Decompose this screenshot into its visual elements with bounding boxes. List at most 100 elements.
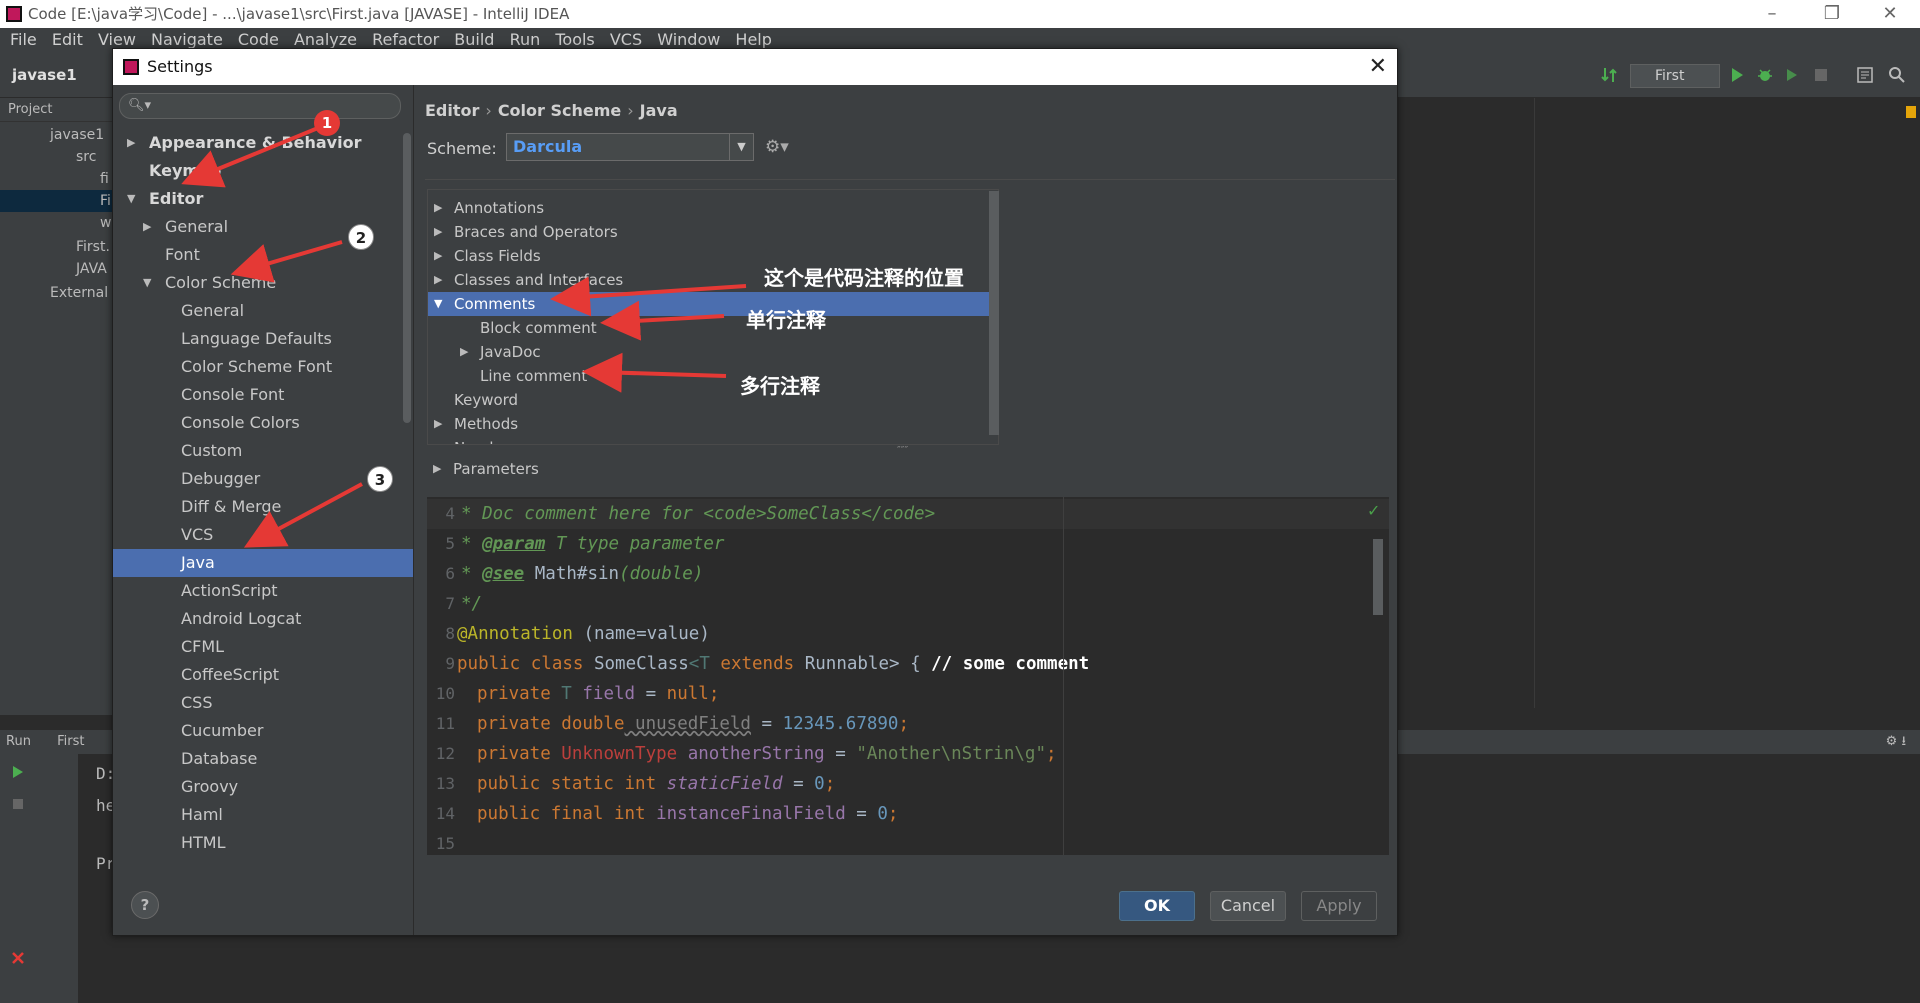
tree-label: HTML bbox=[181, 833, 226, 852]
close-dialog-icon[interactable]: ✕ bbox=[1369, 49, 1387, 85]
tree-item-color-scheme[interactable]: ▼ Color Scheme bbox=[113, 269, 413, 297]
attr-item-line-comment[interactable]: Line comment bbox=[428, 364, 998, 388]
stop-icon[interactable] bbox=[1812, 66, 1830, 84]
expand-arrow-icon[interactable]: ▶ bbox=[460, 340, 468, 364]
tree-item-android-logcat[interactable]: Android Logcat bbox=[113, 605, 413, 633]
expand-arrow-icon[interactable]: ▶ bbox=[434, 196, 442, 220]
expand-arrow-icon[interactable]: ▶ bbox=[143, 213, 151, 241]
search-everywhere-icon[interactable] bbox=[1888, 66, 1906, 84]
project-tree-item[interactable]: First. bbox=[0, 236, 112, 258]
tree-item-html[interactable]: HTML bbox=[113, 829, 413, 857]
project-tree-item[interactable]: src bbox=[0, 146, 112, 168]
tree-scrollbar[interactable] bbox=[403, 133, 411, 423]
tree-item-appearance[interactable]: ▶ Appearance & Behavior bbox=[113, 129, 413, 157]
tree-item-actionscript[interactable]: ActionScript bbox=[113, 577, 413, 605]
tree-item-database[interactable]: Database bbox=[113, 745, 413, 773]
tree-item-cfml[interactable]: CFML bbox=[113, 633, 413, 661]
project-tree-item[interactable]: fi bbox=[0, 168, 112, 190]
breadcrumb-java[interactable]: Java bbox=[640, 101, 678, 120]
debug-icon[interactable] bbox=[1756, 66, 1774, 84]
breadcrumb-color-scheme[interactable]: Color Scheme bbox=[498, 101, 621, 120]
rerun-icon[interactable] bbox=[10, 764, 26, 780]
close-run-icon[interactable] bbox=[10, 950, 26, 966]
attribute-scrollbar[interactable] bbox=[989, 191, 999, 435]
tree-item-coffeescript[interactable]: CoffeeScript bbox=[113, 661, 413, 689]
apply-button[interactable]: Apply bbox=[1301, 891, 1377, 921]
vcs-update-icon[interactable] bbox=[1600, 66, 1618, 84]
menu-file[interactable]: File bbox=[10, 28, 37, 52]
run-icon[interactable] bbox=[1728, 66, 1746, 84]
project-tree-label: src bbox=[76, 149, 97, 165]
attr-item-annotations[interactable]: ▶ Annotations bbox=[428, 196, 998, 220]
coverage-icon[interactable] bbox=[1784, 66, 1802, 84]
code-token: "Another\nStrin\g" bbox=[856, 744, 1046, 764]
minimize-icon[interactable]: – bbox=[1752, 0, 1792, 28]
scheme-gear-icon[interactable]: ⚙▾ bbox=[765, 137, 789, 157]
ok-button[interactable]: OK bbox=[1119, 891, 1195, 921]
tree-item-console-colors[interactable]: Console Colors bbox=[113, 409, 413, 437]
help-button[interactable]: ? bbox=[131, 891, 159, 919]
project-tree-item[interactable]: External bbox=[0, 282, 112, 304]
run-config-select[interactable]: First bbox=[1630, 64, 1720, 88]
run-config-tab[interactable]: First bbox=[57, 734, 84, 749]
preview-scrollbar[interactable] bbox=[1373, 539, 1383, 615]
scheme-select[interactable]: Darcula ▼ bbox=[506, 133, 754, 161]
attr-item-number[interactable]: Number bbox=[428, 436, 998, 444]
close-window-icon[interactable]: ✕ bbox=[1870, 0, 1910, 28]
menu-edit[interactable]: Edit bbox=[52, 28, 83, 52]
expand-arrow-icon[interactable]: ▶ bbox=[434, 244, 442, 268]
stop-run-icon[interactable] bbox=[10, 796, 26, 812]
tree-item-console-font[interactable]: Console Font bbox=[113, 381, 413, 409]
project-tree-item[interactable]: w bbox=[0, 212, 112, 234]
tree-item-cucumber[interactable]: Cucumber bbox=[113, 717, 413, 745]
expand-arrow-icon[interactable]: ▶ bbox=[434, 412, 442, 436]
editor-area[interactable] bbox=[1400, 98, 1920, 708]
chevron-down-icon[interactable]: ▼ bbox=[729, 134, 753, 160]
project-panel-header[interactable]: Project bbox=[0, 98, 112, 122]
tree-item-java[interactable]: Java bbox=[113, 549, 413, 577]
breadcrumb-editor[interactable]: Editor bbox=[425, 101, 479, 120]
settings-gear-icon[interactable]: ⚙ ⭳ bbox=[1886, 730, 1906, 754]
run-tab-label[interactable]: Run bbox=[6, 734, 31, 749]
tree-item-diff-merge[interactable]: Diff & Merge bbox=[113, 493, 413, 521]
project-structure-icon[interactable] bbox=[1856, 66, 1874, 84]
tree-item-custom[interactable]: Custom bbox=[113, 437, 413, 465]
tree-item-css[interactable]: CSS bbox=[113, 689, 413, 717]
expand-arrow-icon[interactable]: ▶ bbox=[434, 268, 442, 292]
tree-item-editor[interactable]: ▼ Editor bbox=[113, 185, 413, 213]
tree-item-cs-general[interactable]: General bbox=[113, 297, 413, 325]
attr-item-javadoc[interactable]: ▶ JavaDoc bbox=[428, 340, 998, 364]
attr-item-keyword[interactable]: Keyword bbox=[428, 388, 998, 412]
expand-arrow-icon[interactable]: ▶ bbox=[434, 220, 442, 244]
code-preview[interactable]: 4 * Doc comment here for <code>SomeClass<… bbox=[427, 497, 1389, 855]
project-tree-item[interactable]: JAVA bbox=[0, 258, 112, 280]
attr-item-parameters[interactable]: ▶ Parameters bbox=[427, 457, 999, 481]
inspection-ok-icon: ✓ bbox=[1367, 501, 1381, 520]
tree-item-haml[interactable]: Haml bbox=[113, 801, 413, 829]
project-breadcrumb[interactable]: javase1 bbox=[12, 66, 77, 84]
attr-item-block-comment[interactable]: Block comment bbox=[428, 316, 998, 340]
restore-icon[interactable]: ❐ bbox=[1812, 0, 1852, 28]
tree-item-color-scheme-font[interactable]: Color Scheme Font bbox=[113, 353, 413, 381]
tree-label: VCS bbox=[181, 525, 214, 544]
settings-search-input[interactable]: 🔍︎▾ bbox=[119, 93, 401, 119]
expand-arrow-icon[interactable]: ▶ bbox=[433, 457, 441, 481]
tree-item-groovy[interactable]: Groovy bbox=[113, 773, 413, 801]
collapse-arrow-icon[interactable]: ▼ bbox=[143, 269, 151, 297]
expand-arrow-icon[interactable]: ▶ bbox=[127, 129, 135, 157]
tree-item-keymap[interactable]: Keymap bbox=[113, 157, 413, 185]
tree-item-vcs[interactable]: VCS bbox=[113, 521, 413, 549]
resize-grip-icon[interactable]: ″″″ bbox=[897, 445, 908, 456]
project-tree-item[interactable]: Fi bbox=[0, 190, 112, 212]
project-tree-item[interactable]: javase1 bbox=[0, 124, 112, 146]
tree-label: Android Logcat bbox=[181, 609, 302, 628]
collapse-arrow-icon[interactable]: ▼ bbox=[127, 185, 135, 213]
collapse-arrow-icon[interactable]: ▼ bbox=[434, 292, 442, 316]
attr-item-braces[interactable]: ▶ Braces and Operators bbox=[428, 220, 998, 244]
attr-item-methods[interactable]: ▶ Methods bbox=[428, 412, 998, 436]
attr-item-comments[interactable]: ▼ Comments bbox=[428, 292, 998, 316]
cancel-button[interactable]: Cancel bbox=[1210, 891, 1286, 921]
code-line: 12 private UnknownType anotherString = "A… bbox=[427, 739, 1389, 769]
panel-splitter[interactable] bbox=[413, 85, 414, 935]
tree-item-language-defaults[interactable]: Language Defaults bbox=[113, 325, 413, 353]
